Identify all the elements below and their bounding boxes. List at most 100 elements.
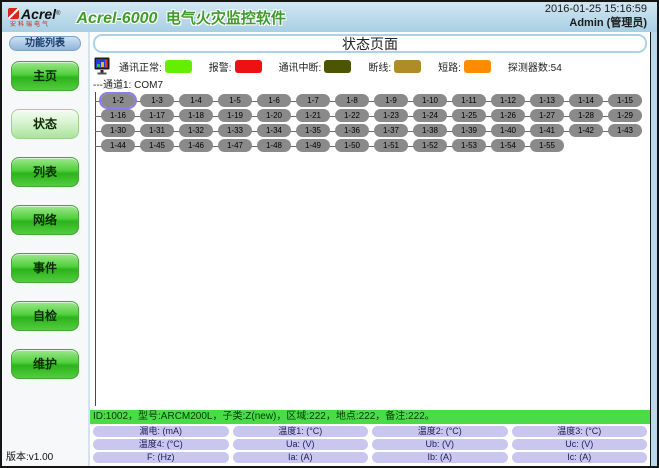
device-node-1-4[interactable]: 1-4 [179, 94, 213, 107]
legend-items: 通讯正常: 报警: 通讯中断: 断线: 短路: [119, 59, 508, 74]
device-node-1-46[interactable]: 1-46 [179, 139, 213, 152]
field-cell: Ib: (A) [372, 452, 508, 463]
legend-label-alarm: 报警: [209, 59, 232, 74]
device-node-1-28[interactable]: 1-28 [569, 109, 603, 122]
device-node-1-38[interactable]: 1-38 [413, 124, 447, 137]
sidebar-item-event[interactable]: 事件 [11, 253, 79, 283]
sidebar-item-network[interactable]: 网络 [11, 205, 79, 235]
device-node-1-16[interactable]: 1-16 [101, 109, 135, 122]
device-node-1-26[interactable]: 1-26 [491, 109, 525, 122]
main-panel: 状态页面 通讯正常: 报警: 通讯中断: 断线: 短路: 探测器数:54 ---通道1:… [88, 32, 651, 466]
device-info-bar: ID:1002，型号:ARCM200L，子类:Z(new)，区域:222，地点:… [90, 410, 650, 424]
device-node-1-19[interactable]: 1-19 [218, 109, 252, 122]
sidebar-header: 功能列表 [9, 36, 81, 51]
device-node-1-39[interactable]: 1-39 [452, 124, 486, 137]
device-node-1-22[interactable]: 1-22 [335, 109, 369, 122]
device-node-1-51[interactable]: 1-51 [374, 139, 408, 152]
device-node-1-37[interactable]: 1-37 [374, 124, 408, 137]
detector-count: 探测器数:54 [508, 59, 562, 74]
acrel-logo: Acrel ® 安科瑞电气 [8, 7, 60, 28]
legend-label-comm-normal: 通讯正常: [119, 59, 162, 74]
legend-item-comm-lost: 通讯中断: [279, 59, 352, 74]
content-area: 功能列表 主页状态列表网络事件自检维护 版本:v1.00 状态页面 通讯正常:报… [2, 32, 657, 466]
device-node-1-40[interactable]: 1-40 [491, 124, 525, 137]
device-node-1-33[interactable]: 1-33 [218, 124, 252, 137]
device-node-1-35[interactable]: 1-35 [296, 124, 330, 137]
sidebar-item-list[interactable]: 列表 [11, 157, 79, 187]
device-node-1-7[interactable]: 1-7 [296, 94, 330, 107]
sidebar-item-maintain[interactable]: 维护 [11, 349, 79, 379]
device-node-1-54[interactable]: 1-54 [491, 139, 525, 152]
datetime-label: 2016-01-25 15:16:59 [545, 3, 647, 17]
device-node-1-14[interactable]: 1-14 [569, 94, 603, 107]
node-row-4: 1-44 1-45 1-46 1-47 1-48 1-49 1-50 1-51 1-52 1-53… [95, 139, 564, 152]
device-node-1-50[interactable]: 1-50 [335, 139, 369, 152]
device-node-1-45[interactable]: 1-45 [140, 139, 174, 152]
legend-item-comm-normal: 通讯正常: [119, 59, 192, 74]
device-node-1-6[interactable]: 1-6 [257, 94, 291, 107]
node-row-3: 1-30 1-31 1-32 1-33 1-34 1-35 1-36 1-37 1-38 1-39… [95, 124, 642, 137]
device-node-1-13[interactable]: 1-13 [530, 94, 564, 107]
registered-mark: ® [56, 11, 60, 17]
device-node-1-25[interactable]: 1-25 [452, 109, 486, 122]
device-node-1-23[interactable]: 1-23 [374, 109, 408, 122]
device-node-1-53[interactable]: 1-53 [452, 139, 486, 152]
device-node-1-55[interactable]: 1-55 [530, 139, 564, 152]
device-node-1-9[interactable]: 1-9 [374, 94, 408, 107]
device-node-1-48[interactable]: 1-48 [257, 139, 291, 152]
field-grid: 漏电: (mA)温度1: (°C)温度2: (°C)温度3: (°C)温度4: … [90, 425, 650, 466]
app-title-cn: 电气火灾监控软件 [166, 10, 286, 27]
device-node-1-36[interactable]: 1-36 [335, 124, 369, 137]
field-cell: F: (Hz) [93, 452, 229, 463]
device-node-1-31[interactable]: 1-31 [140, 124, 174, 137]
device-node-1-8[interactable]: 1-8 [335, 94, 369, 107]
sidebar-item-home[interactable]: 主页 [11, 61, 79, 91]
device-node-1-47[interactable]: 1-47 [218, 139, 252, 152]
device-node-1-12[interactable]: 1-12 [491, 94, 525, 107]
device-node-1-41[interactable]: 1-41 [530, 124, 564, 137]
device-node-1-52[interactable]: 1-52 [413, 139, 447, 152]
device-node-1-3[interactable]: 1-3 [140, 94, 174, 107]
field-cell: Ub: (V) [372, 439, 508, 450]
device-node-1-43[interactable]: 1-43 [608, 124, 642, 137]
legend-bar: 通讯正常: 报警: 通讯中断: 断线: 短路: 探测器数:54 [90, 53, 650, 80]
sidebar-item-status[interactable]: 状态 [11, 109, 79, 139]
device-node-1-11[interactable]: 1-11 [452, 94, 486, 107]
legend-label-wire-break: 断线: [368, 59, 391, 74]
legend-item-wire-break: 断线: [368, 59, 421, 74]
legend-swatch-wire-break [394, 60, 421, 73]
legend-swatch-short-circuit [464, 60, 491, 73]
device-node-1-17[interactable]: 1-17 [140, 109, 174, 122]
device-node-1-24[interactable]: 1-24 [413, 109, 447, 122]
sidebar-items: 主页状态列表网络事件自检维护 [2, 61, 88, 379]
legend-label-comm-lost: 通讯中断: [279, 59, 322, 74]
device-node-1-29[interactable]: 1-29 [608, 109, 642, 122]
device-node-1-30[interactable]: 1-30 [101, 124, 135, 137]
page-title: 状态页面 [93, 34, 647, 53]
device-node-1-2[interactable]: 1-2 [101, 94, 135, 107]
device-node-1-44[interactable]: 1-44 [101, 139, 135, 152]
legend-swatch-comm-lost [324, 60, 351, 73]
legend-label-short-circuit: 短路: [438, 59, 461, 74]
device-node-1-21[interactable]: 1-21 [296, 109, 330, 122]
node-row-2: 1-16 1-17 1-18 1-19 1-20 1-21 1-22 1-23 1-24 1-25… [95, 109, 642, 122]
sidebar-item-selfcheck[interactable]: 自检 [11, 301, 79, 331]
device-node-1-15[interactable]: 1-15 [608, 94, 642, 107]
device-node-1-27[interactable]: 1-27 [530, 109, 564, 122]
node-row-1: 1-2 1-3 1-4 1-5 1-6 1-7 1-8 1-9 1-10 1-11 1-12 1-13… [95, 94, 642, 107]
logo-subtitle: 安科瑞电气 [8, 22, 60, 28]
field-cell: 温度3: (°C) [512, 426, 648, 437]
field-cell: Ic: (A) [512, 452, 648, 463]
field-cell: Uc: (V) [512, 439, 648, 450]
device-node-1-42[interactable]: 1-42 [569, 124, 603, 137]
device-node-1-5[interactable]: 1-5 [218, 94, 252, 107]
device-node-1-34[interactable]: 1-34 [257, 124, 291, 137]
sidebar: 功能列表 主页状态列表网络事件自检维护 版本:v1.00 [2, 32, 88, 466]
device-node-1-20[interactable]: 1-20 [257, 109, 291, 122]
device-node-1-18[interactable]: 1-18 [179, 109, 213, 122]
device-node-1-10[interactable]: 1-10 [413, 94, 447, 107]
device-node-1-32[interactable]: 1-32 [179, 124, 213, 137]
device-node-1-49[interactable]: 1-49 [296, 139, 330, 152]
channel-label[interactable]: ---通道1: COM7 [90, 80, 650, 92]
legend-item-short-circuit: 短路: [438, 59, 491, 74]
